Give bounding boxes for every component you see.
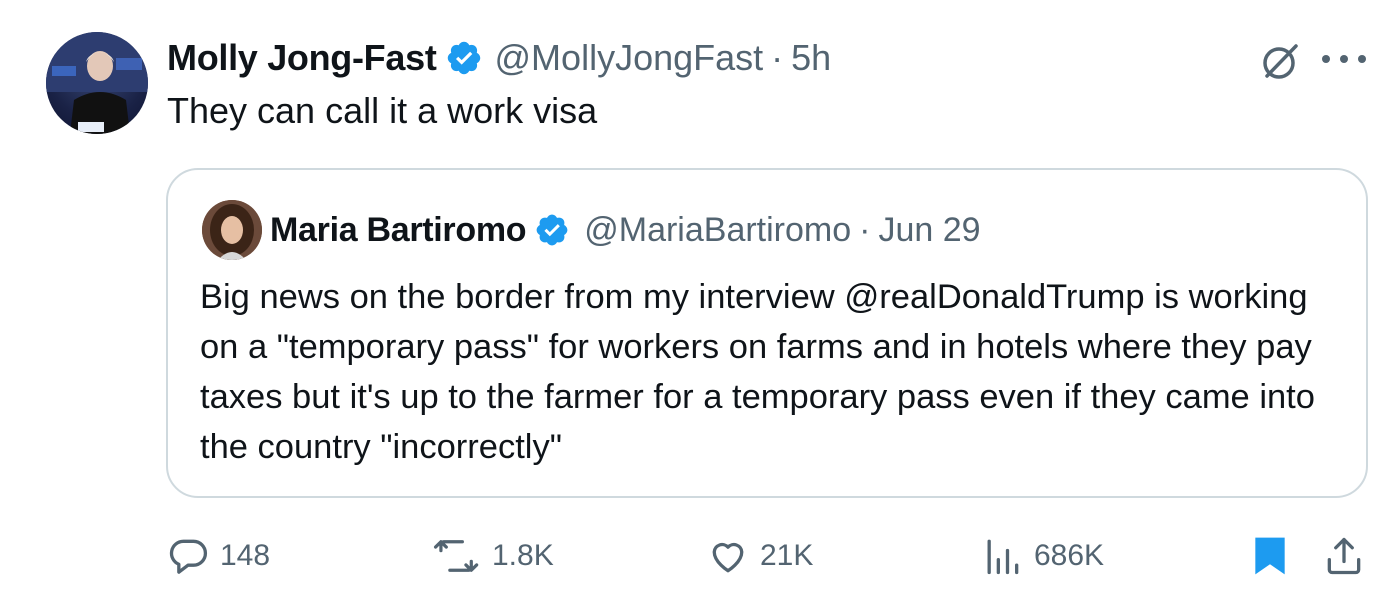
bookmark-icon — [1255, 537, 1285, 575]
author-avatar[interactable] — [46, 32, 148, 134]
share-icon — [1327, 537, 1361, 575]
more-options-icon[interactable] — [1322, 44, 1366, 74]
quoted-tweet-timestamp[interactable]: Jun 29 — [878, 211, 980, 250]
separator-dot: · — [771, 37, 784, 78]
verified-badge-icon — [536, 214, 568, 246]
quoted-tweet-header: Maria Bartiromo @MariaBartiromo · Jun 29 — [270, 208, 981, 252]
tweet-text: They can call it a work visa — [167, 90, 598, 131]
author-name[interactable]: Molly Jong-Fast — [167, 37, 437, 79]
repost-button[interactable]: 1.8K — [432, 530, 554, 582]
tweet-card[interactable]: Molly Jong-Fast @MollyJongFast · 5h They… — [0, 0, 1394, 608]
tweet-header: Molly Jong-Fast @MollyJongFast · 5h — [167, 36, 831, 80]
repost-count: 1.8K — [492, 539, 554, 572]
verified-badge-icon — [447, 41, 480, 75]
quoted-author-name[interactable]: Maria Bartiromo — [270, 211, 527, 250]
views-button[interactable]: 686K — [980, 530, 1104, 582]
tweet-timestamp[interactable]: 5h — [791, 37, 831, 79]
repost-icon — [433, 540, 479, 572]
like-button[interactable]: 21K — [706, 530, 813, 582]
share-button[interactable] — [1322, 530, 1376, 582]
reply-icon — [169, 539, 208, 574]
quoted-tweet-text: Big news on the border from my interview… — [200, 278, 1315, 466]
quoted-author-avatar[interactable] — [202, 200, 262, 260]
grok-icon[interactable] — [1258, 38, 1304, 84]
tweet-actions-bar: 148 1.8K 21K 686K — [0, 530, 1394, 582]
heart-icon — [712, 542, 744, 573]
quoted-author-handle[interactable]: @MariaBartiromo — [584, 211, 851, 250]
bookmark-button[interactable] — [1250, 530, 1300, 582]
author-handle[interactable]: @MollyJongFast — [495, 37, 764, 79]
reply-count: 148 — [220, 539, 271, 572]
quoted-tweet[interactable]: Maria Bartiromo @MariaBartiromo · Jun 29… — [166, 168, 1368, 498]
like-count: 21K — [760, 539, 814, 572]
reply-button[interactable]: 148 — [166, 530, 270, 582]
views-chart-icon — [987, 539, 1019, 575]
separator-dot: · — [859, 210, 871, 249]
views-count: 686K — [1034, 539, 1105, 572]
